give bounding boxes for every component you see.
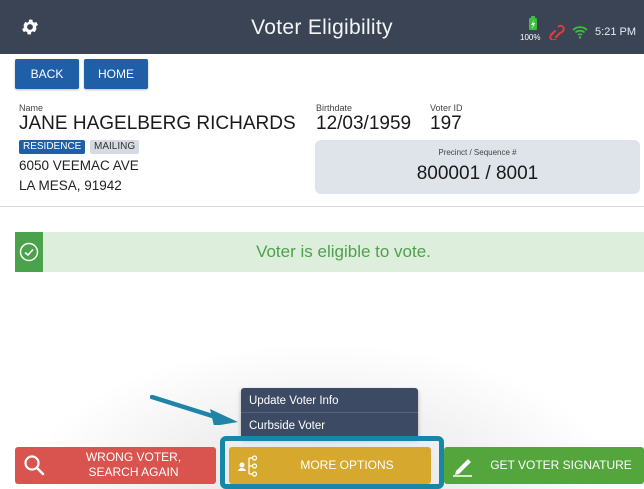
menu-separator [241, 412, 418, 413]
tab-residence[interactable]: RESIDENCE [19, 140, 86, 154]
wrong-voter-line-2: SEARCH AGAIN [88, 465, 179, 479]
get-signature-label: GET VOTER SIGNATURE [490, 458, 632, 472]
signature-pen-icon [453, 459, 472, 477]
wifi-icon [572, 26, 588, 39]
address-line-1: 6050 VEEMAC AVE [19, 158, 139, 173]
wrong-voter-label: WRONG VOTER, SEARCH AGAIN [55, 450, 212, 480]
name-label: Name [19, 103, 44, 113]
menu-item-curbside-voter[interactable]: Curbside Voter [249, 420, 325, 432]
battery-percent: 100% [520, 33, 541, 42]
home-button[interactable]: HOME [84, 59, 148, 89]
search-icon [24, 455, 45, 476]
more-options-label: MORE OPTIONS [300, 458, 394, 472]
pointer-arrow-icon [150, 395, 238, 425]
section-divider [0, 206, 644, 207]
address-line-2: LA MESA, 91942 [19, 178, 122, 193]
more-options-button[interactable]: MORE OPTIONS [229, 447, 431, 484]
birthdate-label: Birthdate [316, 103, 353, 113]
voter-id-label: Voter ID [430, 103, 463, 113]
precinct-card: Precinct / Sequence # 800001 / 8001 [315, 140, 640, 194]
voter-name: JANE HAGELBERG RICHARDS [19, 113, 296, 134]
more-options-menu: Update Voter Info Curbside Voter [241, 388, 418, 438]
broken-link-icon [549, 24, 565, 40]
check-circle-icon [19, 242, 39, 262]
status-bar: 100% 5:21 PM [520, 16, 636, 44]
clock-time: 5:21 PM [595, 26, 636, 38]
wrong-voter-line-1: WRONG VOTER, [85, 450, 182, 464]
tab-mailing[interactable]: MAILING [90, 140, 140, 154]
back-button[interactable]: BACK [15, 59, 79, 89]
options-tree-icon [238, 455, 258, 477]
precinct-label: Precinct / Sequence # [438, 148, 517, 157]
app-header: Voter Eligibility 100% 5:21 PM [0, 0, 644, 54]
wrong-voter-button[interactable]: WRONG VOTER, SEARCH AGAIN [15, 447, 216, 484]
get-signature-button[interactable]: GET VOTER SIGNATURE [444, 447, 644, 484]
menu-item-update-voter-info[interactable]: Update Voter Info [249, 395, 339, 407]
battery-indicator: 100% [520, 16, 544, 42]
voter-id-value: 197 [430, 113, 462, 134]
eligibility-message: Voter is eligible to vote. [256, 242, 431, 261]
birthdate-value: 12/03/1959 [316, 113, 412, 134]
eligibility-banner: Voter is eligible to vote. [15, 232, 644, 272]
precinct-value: 800001 / 8001 [416, 163, 539, 184]
eligibility-status-box [15, 232, 43, 272]
battery-charging-icon [529, 16, 538, 30]
